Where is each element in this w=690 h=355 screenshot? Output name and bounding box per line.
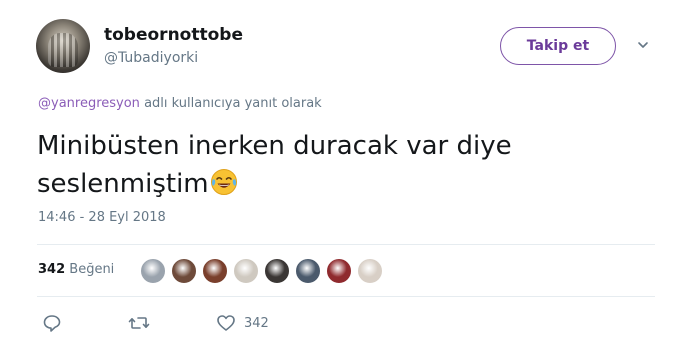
liker-avatar[interactable] bbox=[140, 258, 166, 284]
liker-avatar[interactable] bbox=[357, 258, 383, 284]
tweet-text-line1: Minibüsten inerken duracak var diye bbox=[37, 131, 512, 161]
liker-avatar[interactable] bbox=[233, 258, 259, 284]
reply-button[interactable] bbox=[42, 313, 62, 333]
avatar[interactable] bbox=[36, 19, 90, 73]
likes-label: Beğeni bbox=[69, 262, 115, 277]
tweet-actions: 342 bbox=[0, 311, 690, 335]
reply-context: @yanregresyon adlı kullanıcıya yanıt ola… bbox=[38, 96, 322, 111]
reply-icon bbox=[43, 315, 61, 332]
retweet-icon bbox=[128, 317, 150, 329]
liker-avatar[interactable] bbox=[264, 258, 290, 284]
liker-avatar[interactable] bbox=[202, 258, 228, 284]
likes-summary[interactable]: 342 Beğeni bbox=[38, 262, 114, 277]
liker-avatar[interactable] bbox=[326, 258, 352, 284]
tweet-timestamp[interactable]: 14:46 - 28 Eyl 2018 bbox=[38, 210, 166, 225]
divider bbox=[37, 244, 655, 245]
reply-context-suffix: adlı kullanıcıya yanıt olarak bbox=[139, 96, 322, 111]
user-handle[interactable]: @Tubadiyorki bbox=[104, 50, 198, 66]
retweet-button[interactable] bbox=[128, 313, 150, 333]
like-count: 342 bbox=[244, 315, 269, 331]
likes-number: 342 bbox=[38, 262, 66, 277]
face-with-tears-of-joy-icon bbox=[210, 169, 237, 195]
liker-avatar[interactable] bbox=[295, 258, 321, 284]
reply-mention-link[interactable]: @yanregresyon bbox=[38, 96, 140, 111]
heart-icon bbox=[217, 315, 235, 331]
display-name[interactable]: tobeornottobe bbox=[104, 25, 243, 45]
tweet-text: Minibüsten inerken duracak var diye sesl… bbox=[37, 127, 597, 203]
divider bbox=[37, 296, 655, 297]
like-button[interactable]: 342 bbox=[216, 313, 269, 333]
tweet-text-line2: seslenmiştim bbox=[37, 169, 209, 199]
follow-button[interactable]: Takip et bbox=[500, 27, 616, 65]
liker-avatar[interactable] bbox=[171, 258, 197, 284]
chevron-down-icon[interactable] bbox=[636, 38, 650, 52]
